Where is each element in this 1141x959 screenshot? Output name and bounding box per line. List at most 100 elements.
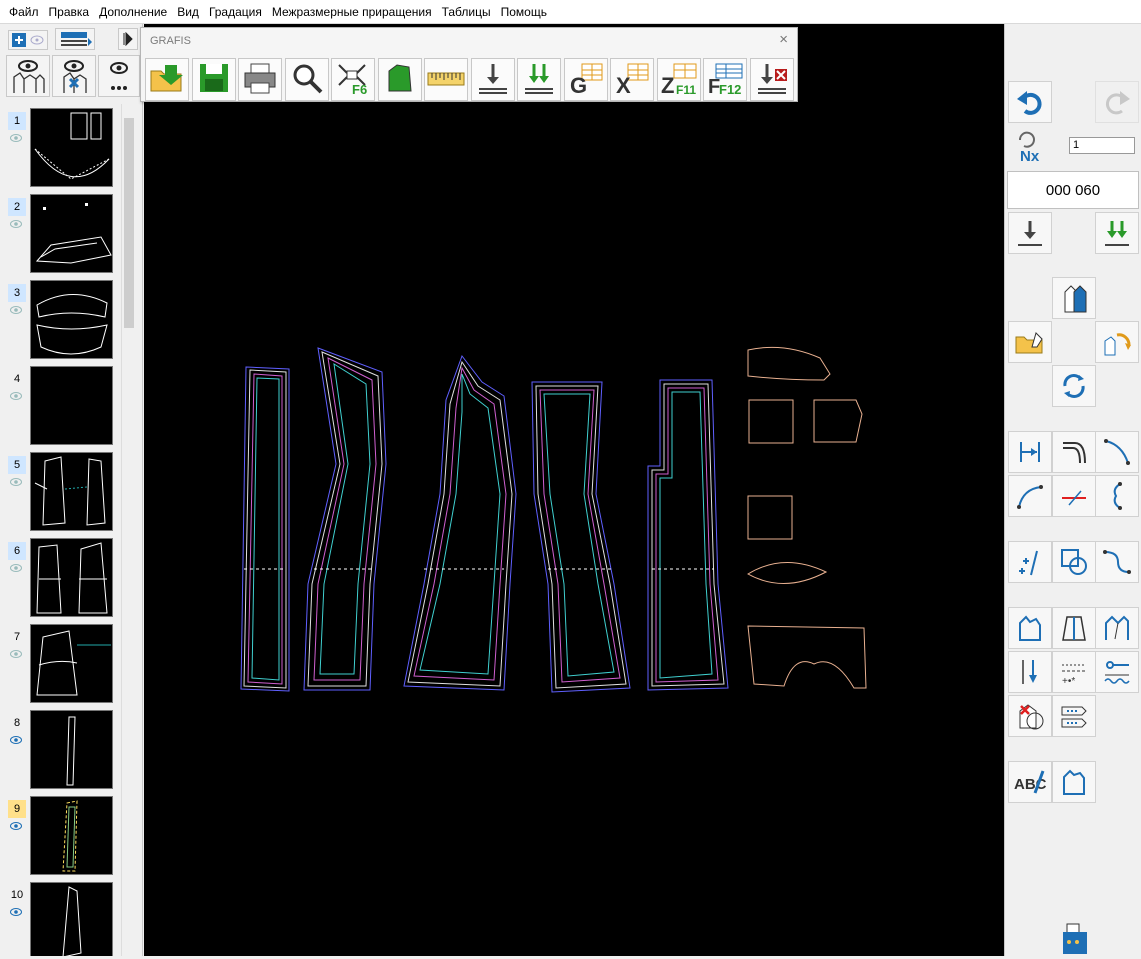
visibility-eye-icon[interactable] (10, 564, 22, 575)
visibility-eye-icon[interactable] (10, 478, 22, 489)
points-tool-button[interactable] (1008, 541, 1052, 583)
seam-transfer-button[interactable] (1052, 695, 1096, 737)
bodice-piece-button[interactable] (1008, 607, 1052, 649)
table-g-button[interactable]: G (563, 58, 608, 101)
grafis-toolbar-window[interactable]: GRAFIS × F6 G X Z F11 F F12 (140, 27, 798, 102)
layer-thumbnail-7[interactable]: 7 (0, 622, 120, 704)
repeat-nx-button[interactable]: Nx (1008, 125, 1052, 167)
menu-item-5[interactable]: Межразмерные приращения (267, 0, 437, 24)
text-tool-button[interactable]: ABC (1008, 761, 1052, 803)
piece-fill-button[interactable] (377, 58, 422, 101)
open-piece-button[interactable] (1008, 321, 1052, 363)
show-all-button[interactable] (6, 55, 50, 97)
visibility-eye-icon[interactable] (10, 908, 22, 919)
layer-preview[interactable] (30, 280, 113, 359)
scrollbar-thumb[interactable] (124, 118, 134, 328)
step-down-button[interactable] (1008, 212, 1052, 254)
layer-thumbnail-8[interactable]: 8 (0, 708, 120, 790)
more-view-button[interactable] (98, 55, 140, 97)
layer-preview[interactable] (30, 624, 113, 703)
step-all-down-button[interactable] (1095, 212, 1139, 254)
thumbnail-scrollbar[interactable] (121, 104, 135, 956)
curve-tool-button[interactable] (1095, 431, 1139, 473)
layer-preview[interactable] (30, 452, 113, 531)
visibility-eye-icon[interactable] (10, 650, 22, 661)
save-disk-button[interactable] (191, 58, 236, 101)
seam-transfer-icon (1061, 706, 1087, 728)
layer-thumbnail-4[interactable]: 4 (0, 364, 120, 446)
layer-preview[interactable] (30, 538, 113, 617)
double-down-arrow-button[interactable] (517, 58, 561, 101)
open-folder-button[interactable] (145, 58, 189, 101)
close-icon[interactable]: × (779, 31, 788, 48)
menu-item-6[interactable]: Таблицы (437, 0, 496, 24)
layer-thumbnail-2[interactable]: 2 (0, 192, 120, 274)
redo-button[interactable] (1095, 81, 1139, 123)
menu-item-7[interactable]: Помощь (496, 0, 552, 24)
undo-button[interactable] (1008, 81, 1052, 123)
zoom-magnifier-button[interactable] (284, 58, 329, 101)
visibility-eye-icon[interactable] (10, 134, 22, 145)
brace-curve-button[interactable] (1095, 475, 1139, 517)
notch-tool-button[interactable] (1008, 651, 1052, 693)
svg-text:X: X (616, 73, 631, 95)
layer-preview[interactable] (30, 194, 113, 273)
table-f12-button[interactable]: F F12 (703, 58, 747, 101)
seam-mark-button[interactable]: +•* (1052, 651, 1096, 693)
table-x-button[interactable]: X (610, 58, 654, 101)
visibility-eye-icon[interactable] (10, 822, 22, 833)
layer-number: 3 (8, 284, 26, 302)
layer-thumbnail-6[interactable]: 6 (0, 536, 120, 618)
distance-tool-button[interactable] (1008, 431, 1052, 473)
piece-rotate-icon (1104, 333, 1131, 356)
rotate-piece-button[interactable] (1095, 321, 1139, 363)
delete-down-button[interactable] (749, 58, 794, 101)
layer-preview[interactable] (30, 108, 113, 187)
hide-button[interactable] (52, 55, 96, 97)
export-button[interactable] (1052, 917, 1096, 959)
ruler-button[interactable] (424, 58, 468, 101)
repeat-count-input[interactable]: 1 (1069, 137, 1135, 154)
piece-outline-button[interactable] (1052, 761, 1096, 803)
layer-preview[interactable] (30, 882, 113, 956)
layer-preview[interactable] (30, 366, 113, 445)
menu-item-3[interactable]: Вид (172, 0, 204, 24)
layer-thumbnail-9[interactable]: 9 (0, 794, 120, 876)
parallel-curve-button[interactable] (1052, 431, 1096, 473)
down-arrow-button[interactable] (470, 58, 515, 101)
cycle-button[interactable] (1052, 365, 1096, 407)
menu-item-0[interactable]: Файл (4, 0, 44, 24)
arc-tool-button[interactable] (1008, 475, 1052, 517)
menu-item-1[interactable]: Правка (44, 0, 95, 24)
layer-list-button[interactable] (55, 28, 95, 50)
layer-preview[interactable] (30, 710, 113, 789)
skirt-piece-button[interactable] (1052, 607, 1096, 649)
notch-arrow-icon (1022, 660, 1037, 684)
layer-preview[interactable] (30, 796, 113, 875)
layer-thumbnail-10[interactable]: 10 (0, 880, 120, 956)
intersect-tool-button[interactable] (1052, 475, 1096, 517)
menu-item-4[interactable]: Градация (204, 0, 267, 24)
layer-thumbnail-1[interactable]: 1 (0, 106, 120, 188)
menu-item-2[interactable]: Дополнение (94, 0, 172, 24)
pieces-view-button[interactable] (1052, 277, 1096, 319)
delete-piece-button[interactable] (1008, 695, 1052, 737)
visibility-eye-icon[interactable] (10, 392, 22, 403)
printer-button[interactable] (238, 58, 282, 101)
visibility-eye-icon[interactable] (10, 736, 22, 747)
zigzag-seam-button[interactable] (1095, 651, 1139, 693)
fit-f6-button[interactable]: F6 (331, 58, 375, 101)
layer-thumbnail-5[interactable]: 5 (0, 450, 120, 532)
visibility-eye-icon[interactable] (10, 220, 22, 231)
drawing-canvas[interactable] (144, 24, 1004, 956)
scurve-tool-button[interactable] (1095, 541, 1139, 583)
shape-tool-button[interactable] (1052, 541, 1096, 583)
layer-thumbnail-3[interactable]: 3 (0, 278, 120, 360)
collapse-panel-button[interactable] (118, 28, 138, 50)
dart-tool-button[interactable] (1095, 607, 1139, 649)
svg-text:+•*: +•* (1062, 676, 1075, 687)
add-layer-button[interactable] (8, 30, 48, 50)
table-z-f11-button[interactable]: Z F11 (656, 58, 701, 101)
visibility-eye-icon[interactable] (10, 306, 22, 317)
layer-number: 1 (8, 112, 26, 130)
